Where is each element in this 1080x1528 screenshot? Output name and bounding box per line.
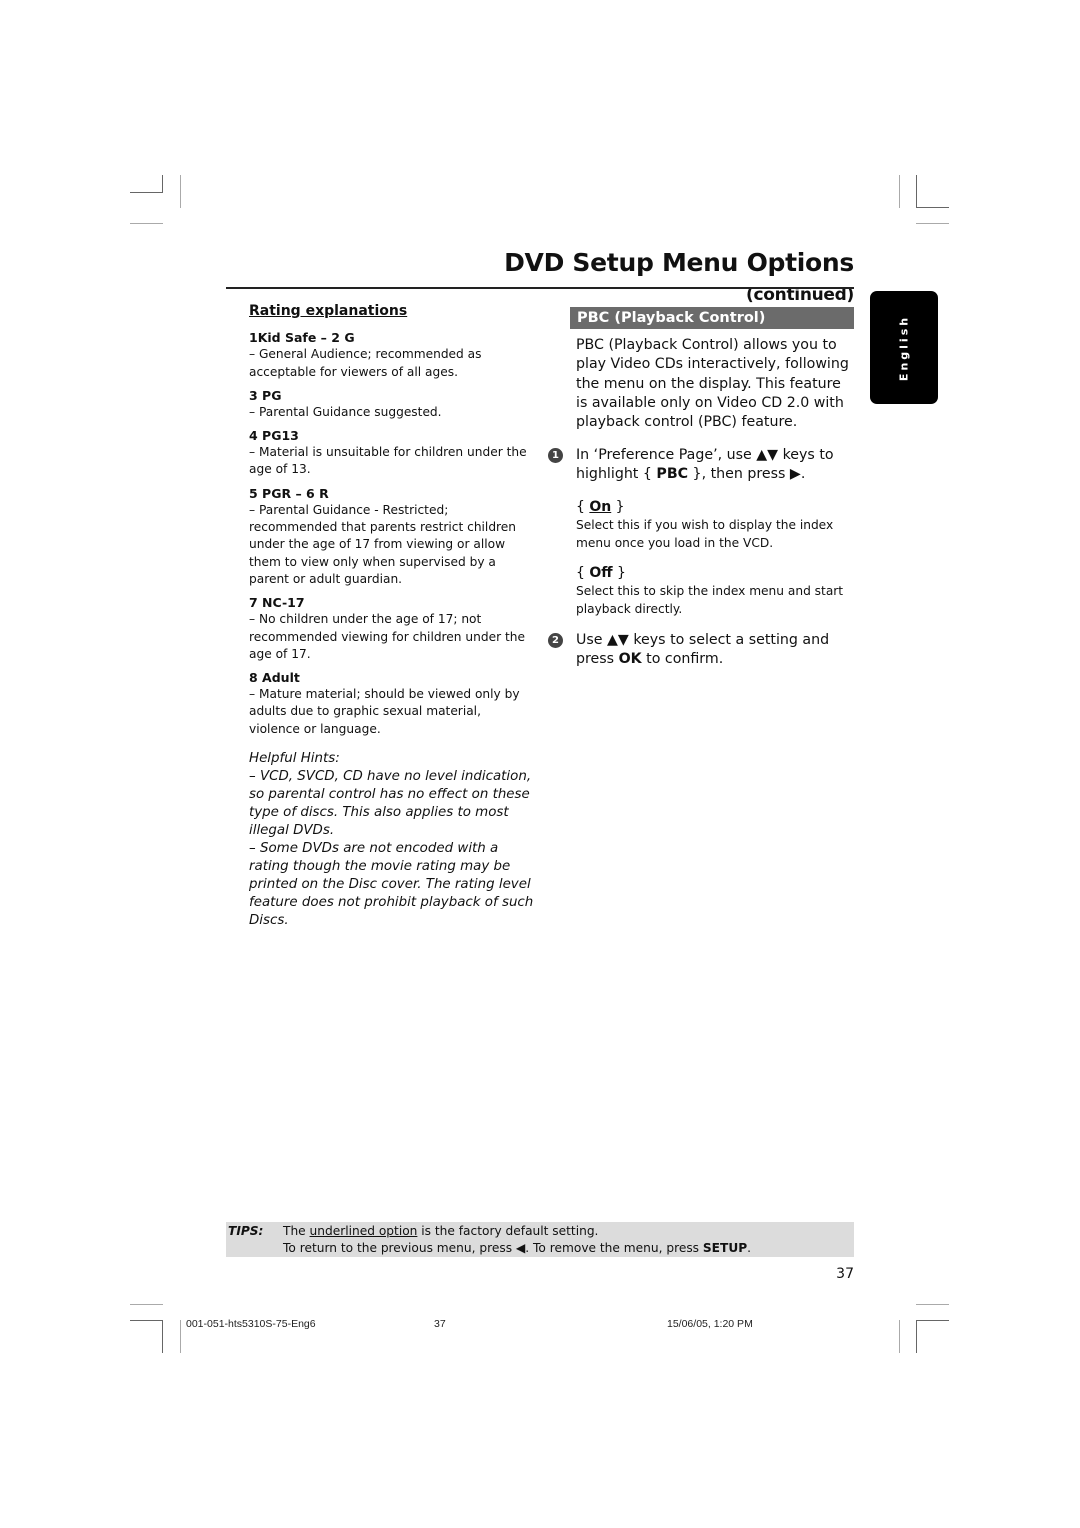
crop-mark xyxy=(916,207,949,208)
tips-text: . xyxy=(747,1241,752,1255)
brace: } xyxy=(612,565,626,581)
key-label: OK xyxy=(618,651,642,668)
rating-item: 3 PG – Parental Guidance suggested. xyxy=(249,387,534,421)
rating-explanations-section: Rating explanations 1Kid Safe – 2 G – Ge… xyxy=(249,303,534,930)
crop-mark xyxy=(130,223,163,224)
tips-text: is the factory default setting. xyxy=(417,1224,599,1238)
brace: { xyxy=(576,565,590,581)
crop-mark xyxy=(162,175,163,193)
crop-mark xyxy=(899,1320,900,1353)
rating-item: 8 Adult – Mature material; should be vie… xyxy=(249,669,534,738)
page-number: 37 xyxy=(836,1266,854,1282)
step-text-part: }, then press ▶. xyxy=(688,466,806,483)
option-on: { On } Select this if you wish to displa… xyxy=(576,498,856,552)
rating-heading: 7 NC-17 xyxy=(249,595,305,611)
tips-label: TIPS: xyxy=(228,1224,264,1238)
rating-heading: 4 PG13 xyxy=(249,428,299,444)
crop-mark xyxy=(916,1320,917,1353)
step-2: 2 Use ▲▼ keys to select a setting and pr… xyxy=(548,631,858,670)
rating-item: 7 NC-17 – No children under the age of 1… xyxy=(249,594,534,663)
crop-mark xyxy=(162,1320,163,1353)
rating-description: – No children under the age of 17; not r… xyxy=(249,612,525,661)
option-description: Select this to skip the index menu and s… xyxy=(576,584,844,616)
option-heading: { On } xyxy=(576,498,856,517)
step-text: Use ▲▼ keys to select a setting and pres… xyxy=(576,631,858,670)
rating-description: – Material is unsuitable for children un… xyxy=(249,445,527,477)
option-description: Select this if you wish to display the i… xyxy=(576,518,834,550)
footer-page: 37 xyxy=(434,1318,446,1330)
language-tab-label: English xyxy=(897,314,911,381)
rating-heading: 3 PG xyxy=(249,387,282,403)
crop-mark xyxy=(916,1320,949,1321)
step-1: 1 In ‘Preference Page’, use ▲▼ keys to h… xyxy=(548,446,858,485)
footer-filename: 001-051-hts5310S-75-Eng6 xyxy=(186,1318,316,1330)
page-title: DVD Setup Menu Options (continued) xyxy=(400,248,854,306)
rating-item: 1Kid Safe – 2 G – General Audience; reco… xyxy=(249,329,534,381)
pbc-section-heading: PBC (Playback Control) xyxy=(570,307,854,329)
section-heading: Rating explanations xyxy=(249,303,408,319)
page-title-text: DVD Setup Menu Options xyxy=(504,248,854,277)
option-heading: { Off } xyxy=(576,564,856,583)
hint-item: – Some DVDs are not encoded with a ratin… xyxy=(249,841,534,929)
crop-mark xyxy=(899,175,900,208)
rating-heading: 8 Adult xyxy=(249,670,300,686)
brace: { xyxy=(576,499,590,515)
crop-mark xyxy=(130,1320,163,1321)
crop-mark xyxy=(130,192,163,193)
tips-line-2: To return to the previous menu, press ◀.… xyxy=(283,1240,751,1257)
brace: } xyxy=(611,499,625,515)
hints-title: Helpful Hints: xyxy=(249,751,340,767)
rating-item: 4 PG13 – Material is unsuitable for chil… xyxy=(249,427,534,479)
title-divider xyxy=(226,287,854,289)
step-text: In ‘Preference Page’, use ▲▼ keys to hig… xyxy=(576,446,858,485)
crop-mark xyxy=(180,175,181,208)
key-label: PBC xyxy=(656,466,689,483)
crop-mark xyxy=(180,1320,181,1353)
option-label: Off xyxy=(589,565,613,581)
step-number-badge: 2 xyxy=(548,633,563,648)
language-tab: English xyxy=(870,291,938,404)
hint-item: – VCD, SVCD, CD have no level indication… xyxy=(249,769,532,839)
rating-description: – Parental Guidance - Restricted; recomm… xyxy=(249,502,517,586)
step-text-part: to confirm. xyxy=(641,651,724,668)
crop-mark xyxy=(916,1304,949,1305)
option-off: { Off } Select this to skip the index me… xyxy=(576,564,856,618)
rating-description: – General Audience; recommended as accep… xyxy=(249,347,482,379)
option-label: On xyxy=(589,499,612,515)
crop-mark xyxy=(130,1304,163,1305)
rating-description: – Parental Guidance suggested. xyxy=(249,404,442,419)
tips-underlined-text: underlined option xyxy=(309,1224,418,1238)
crop-mark xyxy=(916,175,917,208)
crop-mark xyxy=(916,223,949,224)
helpful-hints: Helpful Hints: – VCD, SVCD, CD have no l… xyxy=(249,750,534,930)
key-label: SETUP xyxy=(702,1241,748,1255)
pbc-intro: PBC (Playback Control) allows you to pla… xyxy=(576,337,849,431)
rating-item: 5 PGR – 6 R – Parental Guidance - Restri… xyxy=(249,485,534,588)
tips-text: To return to the previous menu, press ◀.… xyxy=(283,1241,703,1255)
footer-timestamp: 15/06/05, 1:20 PM xyxy=(667,1318,753,1330)
rating-heading: 5 PGR – 6 R xyxy=(249,485,329,501)
rating-description: – Mature material; should be viewed only… xyxy=(249,687,520,736)
tips-box: TIPS: The underlined option is the facto… xyxy=(226,1222,854,1257)
tips-line-1: The underlined option is the factory def… xyxy=(283,1223,598,1240)
rating-heading: 1Kid Safe – 2 G xyxy=(249,330,355,346)
tips-text: The xyxy=(283,1224,310,1238)
step-number-badge: 1 xyxy=(548,448,563,463)
